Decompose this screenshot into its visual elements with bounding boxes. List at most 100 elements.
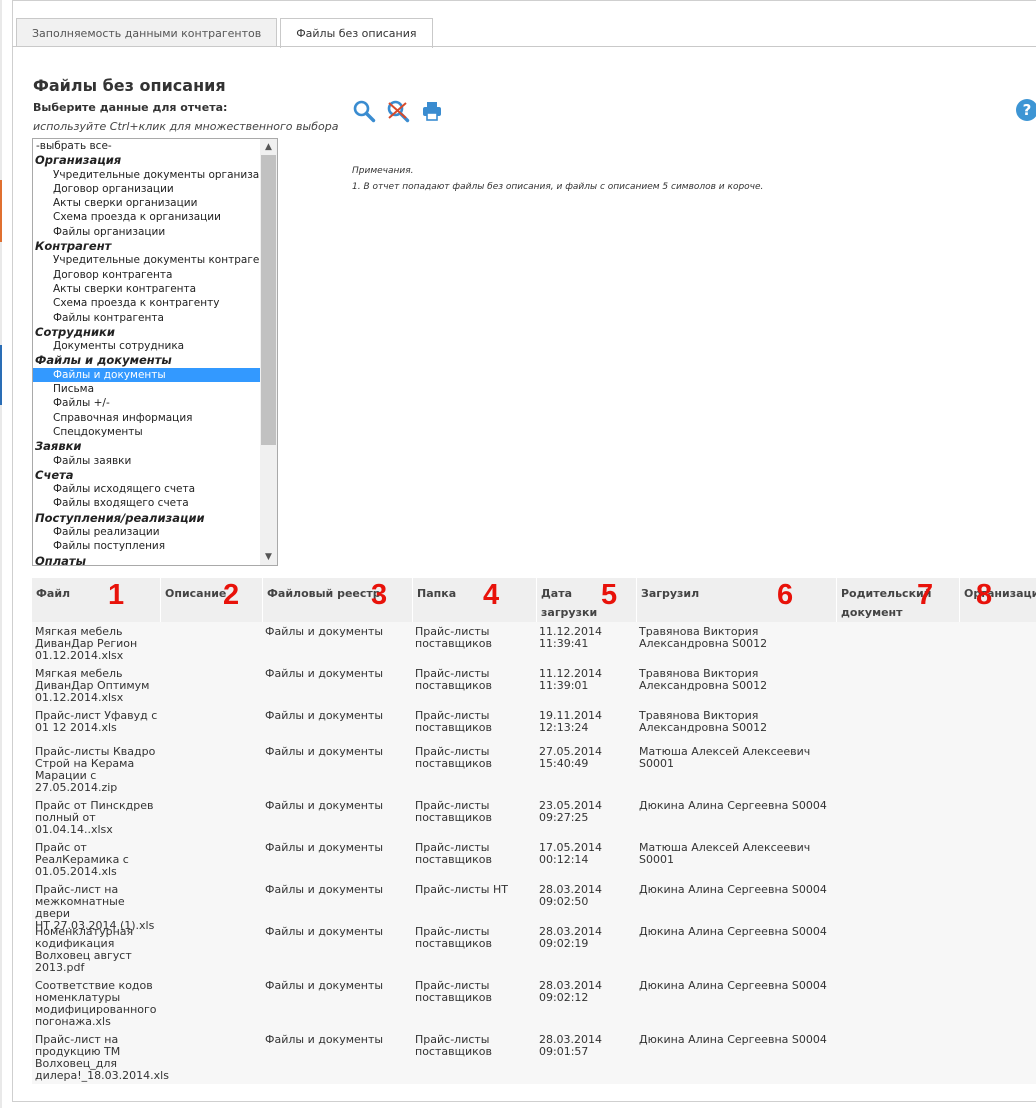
file-name-cell: Мягкая мебель ДиванДар Оптимум 01.12.2014.…: [32, 668, 160, 704]
listbox-option[interactable]: Файлы организации: [33, 225, 261, 239]
listbox-option[interactable]: Акты сверки организации: [33, 196, 261, 210]
column-header[interactable]: Файловый реестр 3: [262, 578, 412, 622]
listbox-option[interactable]: Письма: [33, 382, 261, 396]
listbox-scrollbar[interactable]: ▲ ▼: [260, 139, 277, 565]
table-row[interactable]: Прайс-лист на продукцию ТМ Волховец_для дил…: [32, 1030, 1036, 1084]
registry-cell: Файлы и документы: [265, 745, 384, 758]
tab-bar: Заполняемость данными контрагентов Файлы…: [16, 18, 436, 48]
listbox-option[interactable]: Схема проезда к контрагенту: [33, 296, 261, 310]
table-row[interactable]: Номенклатурная кодификация Волховец август…: [32, 922, 1036, 976]
scroll-down-arrow-icon[interactable]: ▼: [260, 549, 277, 565]
listbox-option[interactable]: Акты сверки контрагента: [33, 282, 261, 296]
listbox-option[interactable]: Спецдокументы: [33, 425, 261, 439]
listbox-group[interactable]: Файлы и документы: [33, 353, 261, 367]
table-row[interactable]: Прайс от Пинскдрев полный от 01.04.14..xls…: [32, 796, 1036, 838]
column-header[interactable]: Папка 4: [412, 578, 536, 622]
column-number-annotation: 2: [223, 579, 240, 611]
uploaded-by-cell-line: Дюкина Алина Сергеевна S0004: [639, 979, 827, 992]
report-notes: Примечания. 1. В отчет попадают файлы бе…: [352, 163, 763, 195]
listbox-option[interactable]: Файлы реализации: [33, 525, 261, 539]
scrollbar-thumb[interactable]: [261, 155, 276, 445]
tab-contractor-completeness[interactable]: Заполняемость данными контрагентов: [16, 18, 278, 47]
table-row[interactable]: Прайс от РеалКерамика с 01.05.2014.xls Файл…: [32, 838, 1036, 880]
table-row[interactable]: Прайс-лист на межкомнатные двери НТ 27.03.…: [32, 880, 1036, 932]
uploaded-by-cell: Матюша Алексей Алексеевич S0001: [636, 842, 831, 866]
table-row[interactable]: Мягкая мебель ДиванДар Оптимум 01.12.2014.…: [32, 664, 1036, 706]
listbox-option[interactable]: Файлы контрагента: [33, 311, 261, 325]
file-name-cell-line: межкомнатные двери: [35, 895, 125, 920]
column-header[interactable]: Дата загрузки 5: [536, 578, 636, 622]
folder-cell-line: поставщиков: [415, 679, 492, 692]
listbox-option[interactable]: Файлы и документы: [33, 367, 261, 383]
listbox-option[interactable]: Договор контрагента: [33, 268, 261, 282]
registry-cell: Файлы и документы: [265, 667, 384, 680]
uploaded-by-cell: Дюкина Алина Сергеевна S0004: [636, 926, 831, 938]
listbox-group[interactable]: Заявки: [33, 439, 261, 453]
folder-cell: Прайс-листы поставщиков: [412, 926, 532, 950]
table-row[interactable]: Соответствие кодов номенклатуры модифициро…: [32, 976, 1036, 1030]
search-icon[interactable]: [352, 99, 376, 123]
column-number-annotation: 1: [108, 579, 125, 611]
folder-cell: Прайс-листы поставщиков: [412, 710, 532, 734]
column-number-annotation: 8: [976, 579, 993, 611]
help-icon[interactable]: ?: [1016, 99, 1036, 121]
folder-cell: Прайс-листы поставщиков: [412, 1034, 532, 1058]
column-number-annotation: 6: [777, 579, 794, 611]
file-name-cell-line: погонажа.xls: [35, 1015, 111, 1028]
listbox-group[interactable]: Сотрудники: [33, 325, 261, 339]
column-header[interactable]: Загрузил 6: [636, 578, 836, 622]
upload-date-cell-line: 12:13:24: [539, 721, 589, 734]
scroll-up-arrow-icon[interactable]: ▲: [260, 139, 277, 155]
table-header: Файл 1 Описание 2 Файловый реестр 3 Папка 4 Дата…: [32, 578, 1036, 622]
folder-cell: Прайс-листы поставщиков: [412, 842, 532, 866]
notes-title: Примечания.: [352, 166, 414, 176]
registry-cell: Файлы и документы: [265, 799, 384, 812]
uploaded-by-cell: Травянова Виктория Александровна S0012: [636, 668, 831, 692]
folder-cell: Прайс-листы поставщиков: [412, 980, 532, 1004]
folder-cell-line: поставщиков: [415, 991, 492, 1004]
table-row[interactable]: Прайс-листы Квадро Строй на Керама Марации…: [32, 742, 1036, 796]
table-row[interactable]: Мягкая мебель ДиванДар Регион 01.12.2014.x…: [32, 622, 1036, 664]
uploaded-by-cell-line: Дюкина Алина Сергеевна S0004: [639, 799, 827, 812]
folder-cell-line: Прайс-листы НТ: [415, 883, 508, 896]
upload-date-cell-line: 09:02:12: [539, 991, 589, 1004]
notes-line: 1. В отчет попадают файлы без описания, …: [352, 182, 764, 192]
listbox-group[interactable]: Поступления/реализации: [33, 511, 261, 525]
tab-files-without-description[interactable]: Файлы без описания: [280, 18, 433, 48]
clear-search-icon[interactable]: [386, 99, 410, 123]
listbox-option[interactable]: Файлы +/-: [33, 396, 261, 410]
listbox-option[interactable]: Файлы поступления: [33, 539, 261, 553]
listbox-option[interactable]: Справочная информация: [33, 411, 261, 425]
file-name-cell: Прайс от Пинскдрев полный от 01.04.14..xls…: [32, 800, 160, 836]
listbox-group[interactable]: Оплаты: [33, 554, 261, 565]
listbox-option[interactable]: Файлы исходящего счета: [33, 482, 261, 496]
report-data-listbox[interactable]: -выбрать все- Организация Учредительные до…: [32, 138, 278, 566]
upload-date-cell: 23.05.2014 09:27:25: [536, 800, 631, 824]
column-header[interactable]: Описание 2: [160, 578, 262, 622]
file-name-cell-line: 2013.pdf: [35, 961, 85, 974]
listbox-group[interactable]: Организация: [33, 153, 261, 167]
listbox-option[interactable]: Договор организации: [33, 182, 261, 196]
column-header-label: Файл: [36, 587, 71, 600]
file-name-cell: Прайс-листы Квадро Строй на Керама Марации…: [32, 746, 160, 794]
listbox-option[interactable]: Схема проезда к организации: [33, 210, 261, 224]
file-name-cell-line: 01.12.2014.xlsx: [35, 691, 124, 704]
print-icon[interactable]: [420, 99, 444, 123]
column-number-annotation: 7: [917, 579, 934, 611]
table-row[interactable]: Прайс-лист Уфавуд с 01 12 2014.xls Файлы и…: [32, 706, 1036, 742]
registry-cell: Файлы и документы: [265, 709, 384, 722]
listbox-option[interactable]: Учредительные документы контрагента: [33, 253, 261, 267]
listbox-option[interactable]: Документы сотрудника: [33, 339, 261, 353]
listbox-option[interactable]: Файлы заявки: [33, 454, 261, 468]
folder-cell-line: поставщиков: [415, 853, 492, 866]
listbox-option-select-all[interactable]: -выбрать все-: [33, 139, 261, 153]
column-header[interactable]: Файл 1: [32, 578, 160, 622]
listbox-option[interactable]: Файлы входящего счета: [33, 496, 261, 510]
uploaded-by-cell-line: Александровна S0012: [639, 679, 768, 692]
upload-date-cell: 28.03.2014 09:02:19: [536, 926, 631, 950]
listbox-group[interactable]: Счета: [33, 468, 261, 482]
column-header[interactable]: Родительский документ 7: [836, 578, 959, 622]
column-header[interactable]: Организация8: [959, 578, 1036, 622]
listbox-group[interactable]: Контрагент: [33, 239, 261, 253]
listbox-option[interactable]: Учредительные документы организации: [33, 168, 261, 182]
